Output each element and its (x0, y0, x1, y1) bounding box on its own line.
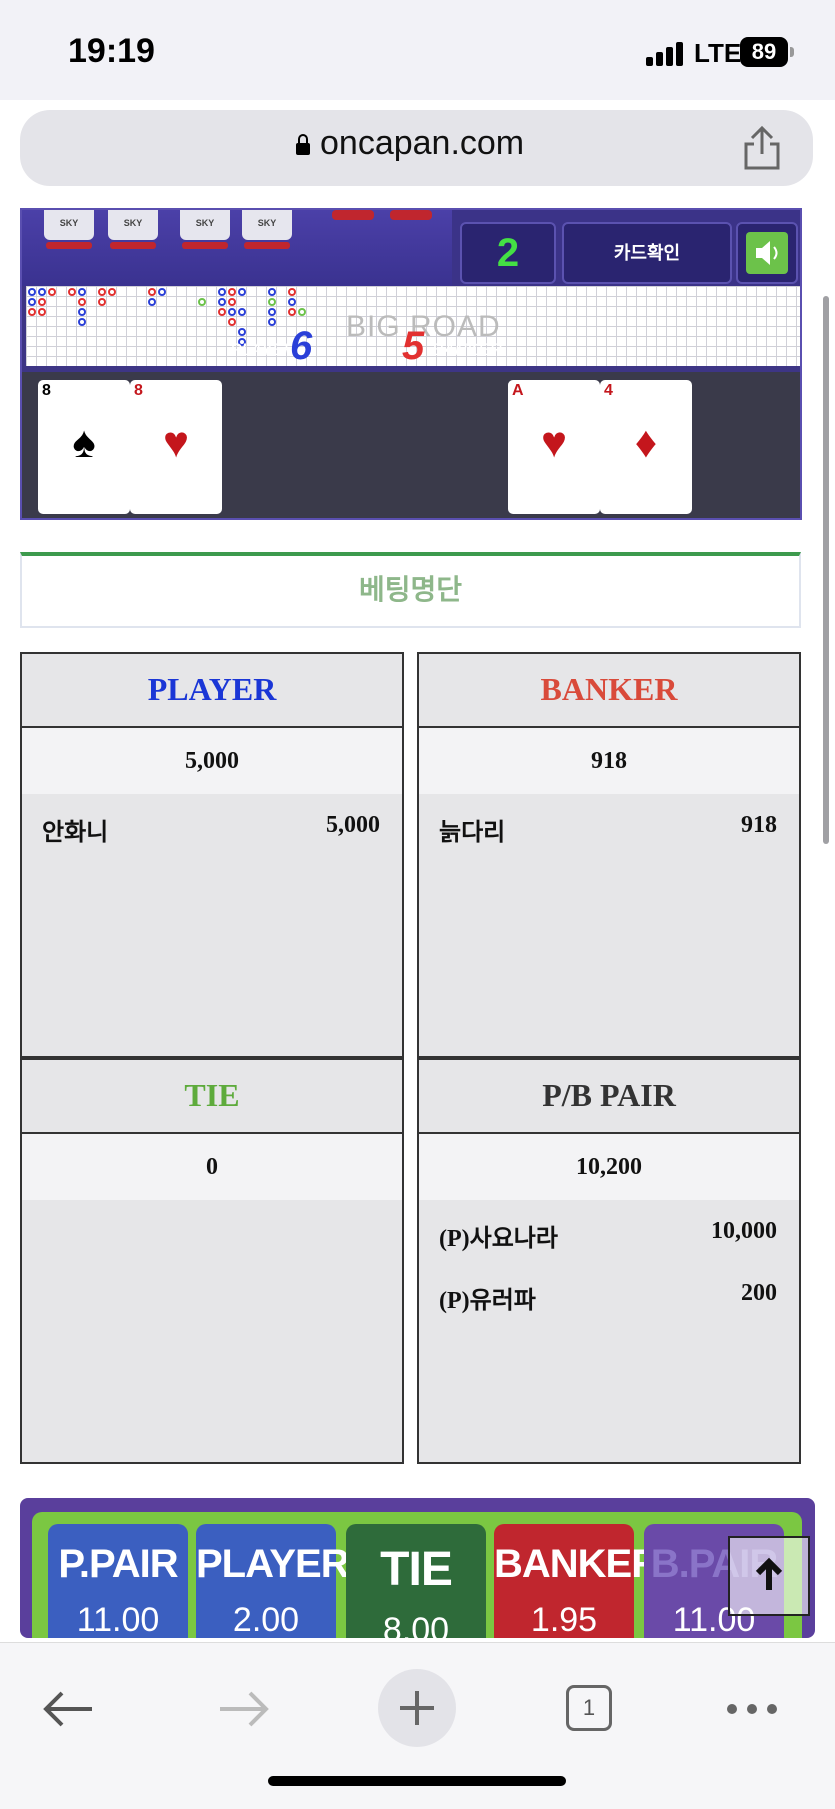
bettor-name: 늙다리 (439, 820, 506, 846)
bettor-name: 안화니 (42, 820, 109, 846)
url-text[interactable]: oncapan.com (320, 124, 524, 163)
bet-row: 늙다리 918 (419, 794, 799, 856)
panel-title: BANKER (419, 654, 799, 728)
back-arrow-icon[interactable] (40, 1687, 96, 1731)
panel-total: 10,200 (419, 1134, 799, 1200)
bet-list-title: 베팅명단 (20, 552, 801, 628)
panel-title: TIE (22, 1060, 402, 1134)
bet-banker-button[interactable]: BANKER 1.95 (494, 1524, 660, 1638)
tabs-button[interactable]: 1 (566, 1685, 612, 1731)
network-type: LTE (694, 38, 742, 68)
shoe-slot: SKY (108, 210, 158, 240)
bet-amount: 10,000 (711, 1218, 777, 1244)
game-board: SKY SKY SKY SKY 2 카드확인 BIG ROAD 8 ♠ 8 ♥ … (20, 208, 802, 520)
banker-bets-panel: BANKER 918 늙다리 918 (417, 652, 801, 1058)
bet-player-button[interactable]: PLAYER 2.00 (196, 1524, 350, 1638)
forward-arrow-icon[interactable] (216, 1687, 272, 1731)
card-check-button[interactable]: 카드확인 (562, 222, 732, 284)
panel-title: PLAYER (22, 654, 402, 728)
share-icon[interactable] (740, 124, 784, 172)
lock-icon (296, 134, 310, 155)
shoe-slot: SKY (44, 210, 94, 240)
bettor-name: (P)유러파 (439, 1288, 536, 1314)
panel-total: 918 (419, 728, 799, 794)
clock: 19:19 (68, 32, 155, 70)
tie-bets-panel: TIE 0 (20, 1058, 404, 1464)
status-bar: 19:19 LTE 89 oncapan.com (0, 0, 835, 186)
banker-card-2: 4 ♦ (600, 380, 692, 514)
bet-amount: 200 (741, 1280, 777, 1306)
sound-toggle[interactable] (736, 222, 798, 284)
signal-icon (646, 40, 686, 66)
player-score: 6 (290, 324, 313, 368)
bet-row: (P)유러파 200 (419, 1262, 799, 1324)
bettor-name: (P)사요나라 (439, 1226, 558, 1252)
shoe-slot: SKY (242, 210, 292, 240)
shoe-slot: SKY (180, 210, 230, 240)
arrow-up-icon (755, 1557, 783, 1590)
player-bets-panel: PLAYER 5,000 안화니 5,000 (20, 652, 404, 1058)
round-counter: 2 (460, 222, 556, 284)
player-card-2: 8 ♥ (130, 380, 222, 514)
bet-ppair-button[interactable]: P.PAIR 11.00 (48, 1524, 188, 1638)
banker-score: 5 (402, 324, 425, 368)
scroll-top-button[interactable] (728, 1536, 810, 1616)
more-icon[interactable] (724, 1699, 780, 1719)
bet-tie-button[interactable]: TIE 8.00 (346, 1524, 486, 1638)
panel-title: P/B PAIR (419, 1060, 799, 1134)
panel-total: 0 (22, 1134, 402, 1200)
bet-row: 안화니 5,000 (22, 794, 402, 856)
battery-icon: 89 (740, 37, 794, 67)
bet-button-bar: P.PAIR 11.00 PLAYER 2.00 TIE 8.00 BANKER 1.9… (20, 1498, 815, 1638)
bet-row: (P)사요나라 10,000 (419, 1200, 799, 1262)
player-label: PLAYER (230, 340, 296, 359)
home-indicator (268, 1776, 566, 1786)
banker-card-1: A ♥ (508, 380, 600, 514)
banker-label: BANKER (432, 340, 502, 359)
speaker-icon (746, 232, 788, 274)
player-card-1: 8 ♠ (38, 380, 130, 514)
pair-bets-panel: P/B PAIR 10,200 (P)사요나라 10,000 (P)유러파 20… (417, 1058, 801, 1464)
plus-icon (400, 1691, 434, 1725)
bet-amount: 918 (741, 812, 777, 838)
panel-total: 5,000 (22, 728, 402, 794)
bet-amount: 5,000 (326, 812, 380, 838)
new-tab-button[interactable] (378, 1669, 456, 1747)
scrollbar[interactable] (823, 296, 829, 844)
